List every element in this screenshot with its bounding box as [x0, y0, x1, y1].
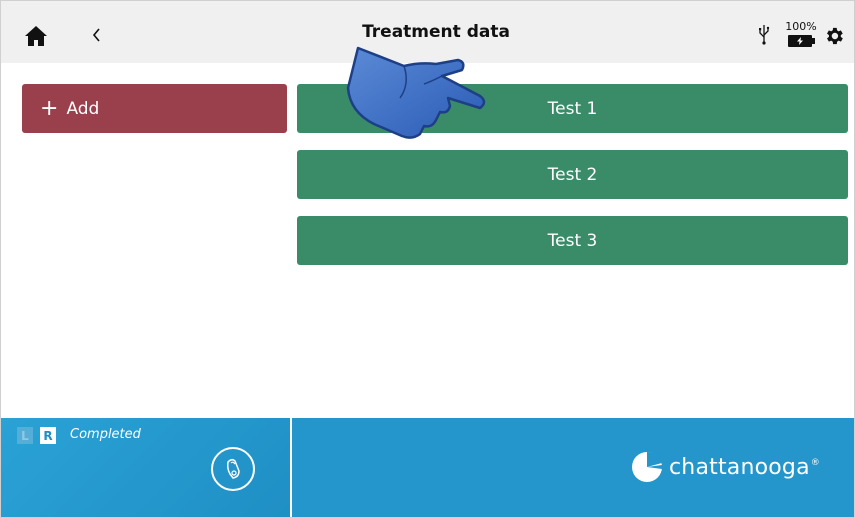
applicator-icon [227, 458, 240, 479]
footer-bar: L R Completed chattanooga® [1, 418, 854, 517]
test-3-button[interactable]: Test 3 [297, 216, 848, 265]
top-bar: Treatment data 100% [1, 1, 854, 63]
battery-charging-icon [788, 35, 812, 47]
chevron-left-icon[interactable] [85, 22, 109, 48]
add-button[interactable]: + Add [22, 84, 287, 133]
brand-logo: chattanooga® [631, 451, 820, 482]
home-icon[interactable] [23, 23, 49, 49]
status-text: Completed [70, 427, 141, 442]
test-1-button[interactable]: Test 1 [297, 84, 848, 133]
battery-indicator: 100% [781, 20, 821, 50]
applicator-button[interactable] [211, 447, 255, 491]
left-side-badge: L [17, 427, 33, 444]
page-title: Treatment data [362, 22, 510, 42]
chattanooga-logo-icon [632, 451, 662, 482]
footer-divider [290, 418, 292, 517]
plus-icon: + [40, 95, 59, 121]
battery-nub [812, 38, 815, 44]
right-side-badge: R [40, 427, 56, 444]
usb-icon [759, 25, 770, 45]
registered-mark: ® [810, 458, 820, 469]
gear-icon[interactable] [823, 25, 845, 47]
brand-name: chattanooga® [669, 454, 820, 480]
add-button-label: Add [66, 98, 100, 119]
battery-percent: 100% [785, 20, 817, 33]
device-status-panel: L R Completed [1, 418, 290, 517]
test-2-button[interactable]: Test 2 [297, 150, 848, 199]
